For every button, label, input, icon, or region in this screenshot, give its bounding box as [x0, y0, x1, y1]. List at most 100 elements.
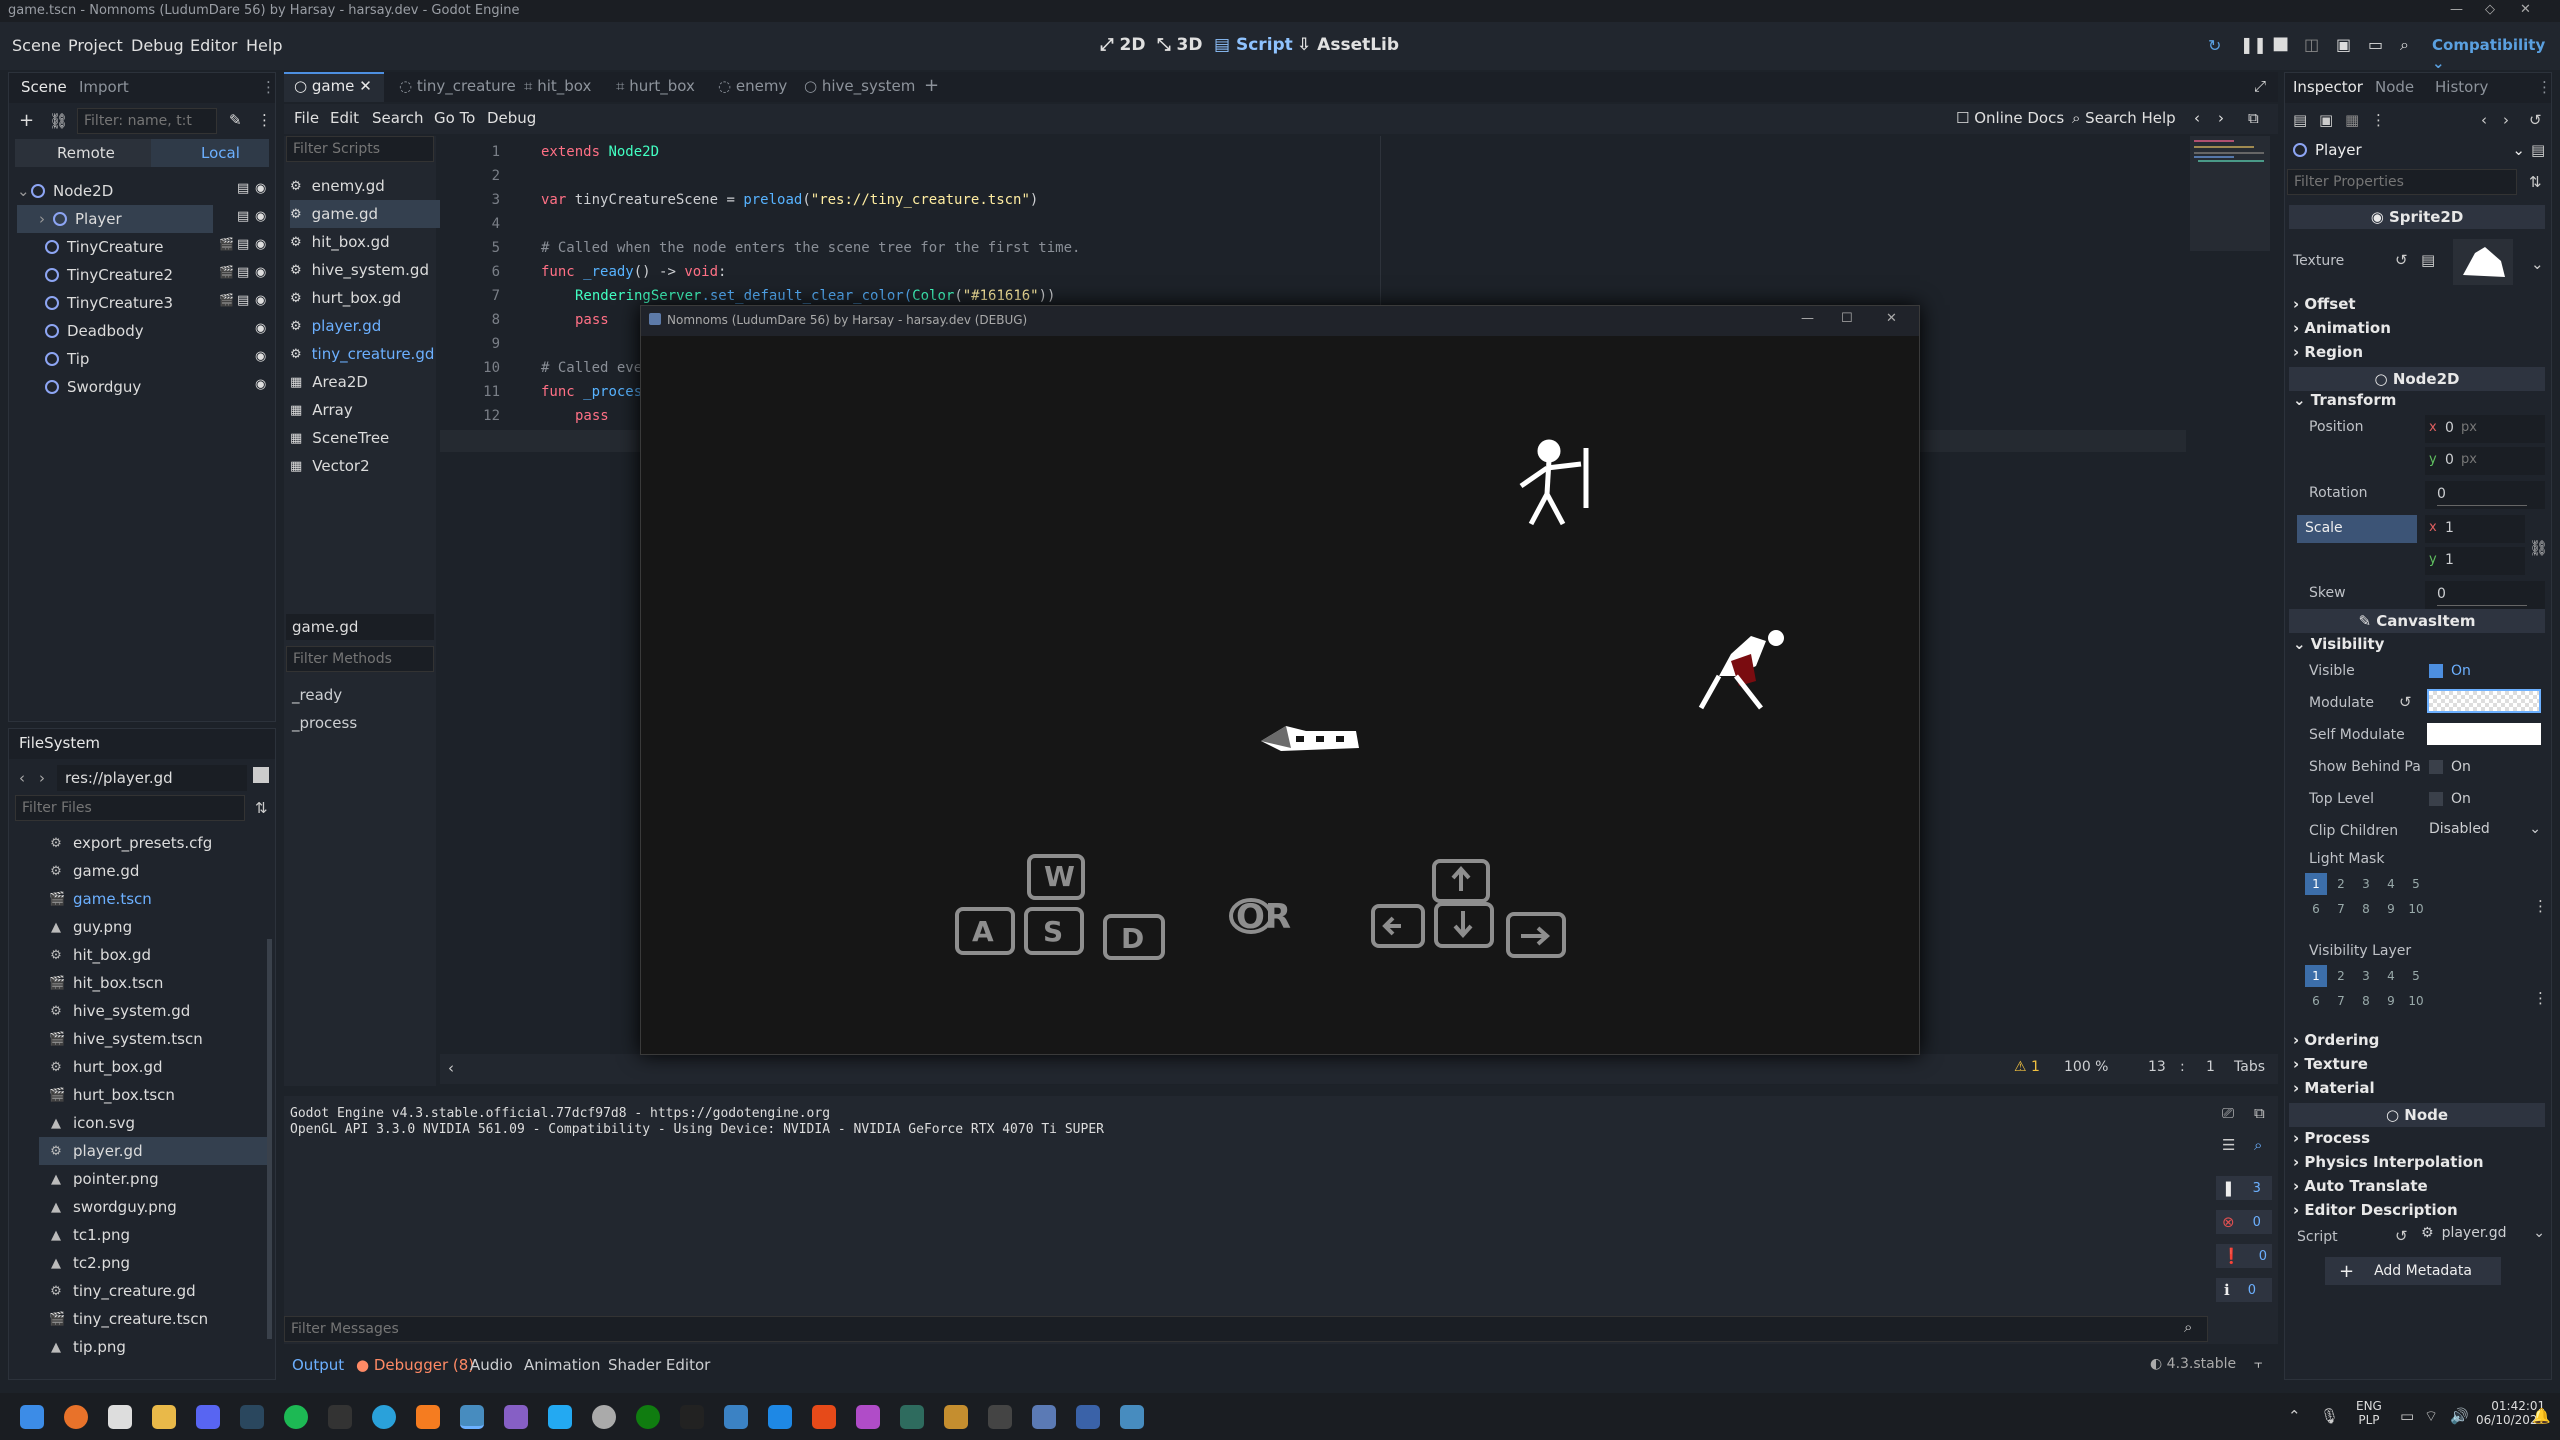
modulate-color-picker[interactable]	[2427, 689, 2541, 713]
reload-icon[interactable]: ↻	[2208, 36, 2221, 55]
app-icon[interactable]	[988, 1405, 1012, 1429]
app-icon[interactable]	[1032, 1405, 1056, 1429]
wifi-icon[interactable]: ⌔	[2424, 1407, 2438, 1426]
filter-scripts-input[interactable]	[286, 136, 434, 162]
link-scale-icon[interactable]: ⛓	[2529, 539, 2548, 557]
method-ready[interactable]: _ready	[292, 686, 342, 704]
filter-methods-input[interactable]	[286, 646, 434, 672]
mode-assetlib-button[interactable]: ⇩ AssetLib	[1297, 35, 1399, 55]
close-icon[interactable]: ✕	[2520, 2, 2531, 17]
notification-icon[interactable]: 🔔	[2532, 1407, 2551, 1425]
region-section[interactable]: › Region	[2293, 343, 2363, 361]
auto-translate-section[interactable]: › Auto Translate	[2293, 1177, 2428, 1195]
scene-tree-item[interactable]: › Player	[17, 205, 213, 233]
file-item[interactable]: 🎬 hurt_box.tscn	[49, 1081, 269, 1109]
object-history-icon[interactable]: ↺	[2529, 111, 2542, 129]
visibility-eye-icon[interactable]: ◉	[255, 265, 266, 280]
expand-arrow-icon[interactable]: ›	[39, 210, 53, 228]
script-item[interactable]: ▦ Array	[290, 396, 440, 424]
scale-x-field[interactable]: x1	[2425, 515, 2525, 543]
history-back-icon[interactable]: ‹	[2481, 111, 2487, 129]
expand-arrow-icon[interactable]: ⌄	[17, 182, 31, 200]
tab-output[interactable]: Output	[292, 1356, 344, 1374]
terminal-icon[interactable]	[328, 1405, 352, 1429]
layer-bit[interactable]: 6	[2305, 990, 2327, 1012]
layer-bit[interactable]: 7	[2330, 898, 2352, 920]
mode-script-button[interactable]: ▤ Script	[1214, 35, 1293, 55]
offset-section[interactable]: › Offset	[2293, 295, 2356, 313]
files-filter-input[interactable]	[15, 795, 245, 821]
file-item[interactable]: ▲ icon.svg	[49, 1109, 269, 1137]
revert-icon[interactable]: ↺	[2395, 251, 2408, 269]
save-resource-icon[interactable]: ▦	[2345, 111, 2359, 129]
indent-mode[interactable]: Tabs	[2234, 1059, 2265, 1075]
tab-hurt-box[interactable]: ⌗ hurt_box	[616, 77, 695, 95]
script-item[interactable]: ⚙ tiny_creature.gd	[290, 340, 440, 368]
layer-bit[interactable]: 7	[2330, 990, 2352, 1012]
menu-debug[interactable]: Debug	[131, 36, 184, 55]
layer-bit[interactable]: 8	[2355, 898, 2377, 920]
search-icon[interactable]: ⌕	[2400, 35, 2409, 55]
file-item[interactable]: ▲ tip.png	[49, 1333, 269, 1361]
self-modulate-color-picker[interactable]	[2427, 723, 2541, 745]
layer-bit[interactable]: 2	[2330, 965, 2352, 987]
script-item[interactable]: ▦ SceneTree	[290, 424, 440, 452]
app-icon[interactable]	[900, 1405, 924, 1429]
scene-tree-item[interactable]: Swordguy	[9, 373, 269, 401]
script-icon[interactable]: ▤	[237, 265, 249, 280]
app-icon[interactable]	[768, 1405, 792, 1429]
discord-icon[interactable]	[196, 1405, 220, 1429]
run-scene-icon[interactable]: ▭	[2368, 35, 2383, 54]
clear-output-icon[interactable]: ⎚	[2222, 1104, 2234, 1122]
add-node-icon[interactable]: +	[19, 110, 34, 131]
menu-project[interactable]: Project	[68, 36, 123, 55]
toggle-scripts-icon[interactable]: ‹	[448, 1059, 454, 1077]
visible-checkbox[interactable]: On	[2429, 663, 2471, 679]
game-close-icon[interactable]: ✕	[1886, 311, 1897, 326]
tab-history[interactable]: History	[2435, 78, 2488, 96]
animation-section[interactable]: › Animation	[2293, 319, 2391, 337]
revert-modulate-icon[interactable]: ↺	[2399, 693, 2412, 711]
light-mask-menu-icon[interactable]: ⋮	[2533, 897, 2548, 915]
copy-output-icon[interactable]: ⧉	[2254, 1104, 2265, 1122]
menu-dots-icon[interactable]: ⋮	[261, 78, 276, 96]
inspector-menu-icon[interactable]: ⋮	[2537, 78, 2552, 96]
tab-debugger[interactable]: ● Debugger (8)	[356, 1356, 474, 1374]
file-item[interactable]: ⚙ hive_system.gd	[49, 997, 269, 1025]
game-window[interactable]: Nomnoms (LudumDare 56) by Harsay - harsa…	[640, 305, 1920, 1055]
layer-bit[interactable]: 5	[2405, 873, 2427, 895]
script-item[interactable]: ▦ Area2D	[290, 368, 440, 396]
file-item[interactable]: ▲ tc1.png	[49, 1221, 269, 1249]
sprite2d-header[interactable]: ◉ Sprite2D	[2289, 205, 2545, 229]
visibility-section[interactable]: ⌄ Visibility	[2293, 635, 2384, 653]
search-help-button[interactable]: ⌕ Search Help	[2072, 109, 2176, 127]
mic-icon[interactable]: 🎙	[2320, 1407, 2339, 1425]
docs-icon[interactable]: ▤	[2531, 141, 2545, 159]
file-item[interactable]: 🎬 game.tscn	[49, 885, 269, 913]
tab-inspector[interactable]: Inspector	[2293, 78, 2363, 96]
chrome-icon[interactable]	[592, 1405, 616, 1429]
layer-bit[interactable]: 4	[2380, 965, 2402, 987]
display-icon[interactable]: ▭	[2400, 1407, 2414, 1425]
filter-properties-input[interactable]	[2287, 169, 2517, 195]
search-output-icon[interactable]: ⌕	[2254, 1136, 2262, 1154]
tray-chevron-icon[interactable]: ⌃	[2288, 1407, 2301, 1425]
script-item[interactable]: ⚙ hurt_box.gd	[290, 284, 440, 312]
menu-scene[interactable]: Scene	[12, 36, 61, 55]
script-menu-debug[interactable]: Debug	[487, 109, 536, 127]
script-item[interactable]: ⚙ hive_system.gd	[290, 256, 440, 284]
clapper-icon[interactable]: 🎬	[219, 265, 234, 279]
open-resource-icon[interactable]: ▣	[2319, 111, 2333, 129]
process-section[interactable]: › Process	[2293, 1129, 2370, 1147]
revert-script-icon[interactable]: ↺	[2395, 1227, 2408, 1245]
visibility-layer-grid[interactable]: 1 2 3 4 5 6 7 8 9 10	[2305, 965, 2445, 1015]
tab-animation[interactable]: Animation	[524, 1356, 600, 1374]
firefox-icon[interactable]	[64, 1405, 88, 1429]
minimap[interactable]	[2190, 136, 2270, 251]
rotation-field[interactable]: 0	[2425, 481, 2545, 509]
script-selector[interactable]: ⚙ player.gd ⌄	[2421, 1225, 2545, 1241]
stop-icon[interactable]: ■	[2272, 33, 2289, 54]
tab-tiny-creature[interactable]: ◌ tiny_creature	[399, 77, 516, 95]
resource-menu-icon[interactable]: ⋮	[2371, 111, 2386, 129]
info-filter[interactable]: ℹ0	[2216, 1278, 2272, 1302]
